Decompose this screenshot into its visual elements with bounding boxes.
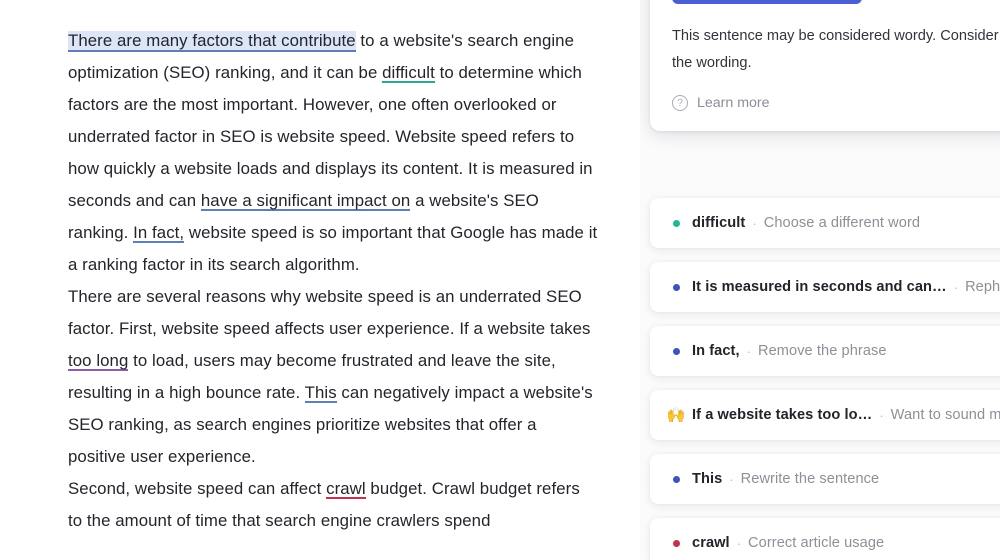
- suggestion-card[interactable]: It is measured in seconds and can… · Rephr…: [650, 262, 1000, 312]
- assistant-sidebar-pane: Many factors contribute This sentence ma…: [640, 0, 1000, 560]
- suggestion-severity-dot: [672, 283, 680, 291]
- suggestion-action-label: Choose a different word: [763, 215, 921, 231]
- suggestion-description: This sentence may be considered wordy. C…: [672, 28, 1000, 72]
- suggestion-list: difficult · Choose a different word It is m…: [650, 198, 1000, 560]
- app-root: There are many factors that contribute t…: [0, 0, 1000, 560]
- suggestion-separator: ·: [729, 471, 734, 487]
- green-dot-icon: [666, 219, 686, 227]
- suggestion-severity-dot: [672, 475, 680, 483]
- suggestion-separator: ·: [746, 343, 751, 359]
- annotation-have-a-significant-impact-on[interactable]: have a significant impact on: [201, 191, 410, 211]
- suggestion-target-text: difficult: [692, 215, 746, 231]
- annotation-difficult[interactable]: difficult: [382, 63, 435, 83]
- annotation-crawl[interactable]: crawl: [326, 479, 366, 499]
- document-text-run: to determine which factors are the most …: [68, 63, 593, 210]
- annotation-too-long[interactable]: too long: [68, 351, 128, 371]
- document-paragraph: Second, website speed can affect crawl b…: [68, 473, 598, 537]
- suggestion-card[interactable]: difficult · Choose a different word: [650, 198, 1000, 248]
- suggestion-severity-dot: [672, 219, 680, 227]
- suggestion-action-label: Rephrase the sentence: [965, 279, 1000, 295]
- suggestion-detail-card[interactable]: Many factors contribute This sentence ma…: [650, 0, 1000, 132]
- suggestion-severity-dot: [672, 539, 680, 547]
- learn-more-label: Learn more: [697, 95, 770, 112]
- suggestion-separator: ·: [736, 535, 742, 551]
- raising-hands-emoji-icon: 🙌: [666, 408, 686, 423]
- suggestion-severity-dot: [672, 347, 680, 355]
- annotation-in-fact[interactable]: In fact,: [133, 223, 184, 243]
- document-editor-pane[interactable]: There are many factors that contribute t…: [0, 0, 640, 560]
- suggestion-separator: ·: [953, 279, 959, 295]
- learn-more-link[interactable]: ? Learn more: [672, 95, 1000, 112]
- suggestion-card[interactable]: crawl · Correct article usage: [650, 518, 1000, 560]
- annotation-this[interactable]: This: [305, 383, 337, 403]
- raising-hands-emoji-glyph: 🙌: [666, 406, 686, 424]
- suggestion-action-label: Correct article usage: [748, 535, 885, 551]
- suggestion-separator: ·: [752, 215, 757, 231]
- question-mark-icon: ?: [672, 95, 688, 112]
- suggestion-card[interactable]: In fact, · Remove the phrase: [650, 326, 1000, 376]
- blue-dot-icon: [666, 475, 686, 483]
- suggestion-target-text: crawl: [692, 535, 730, 551]
- suggestion-action-label: Want to sound more confident?: [890, 407, 1000, 423]
- suggestion-action-label: Rewrite the sentence: [740, 471, 880, 487]
- document-text-run: There are several reasons why website sp…: [68, 287, 591, 338]
- suggestion-target-text: This: [692, 471, 723, 487]
- blue-dot-icon: [666, 283, 686, 291]
- suggestion-card[interactable]: This · Rewrite the sentence: [650, 454, 1000, 504]
- document-paragraph: There are several reasons why website sp…: [68, 281, 598, 473]
- suggestion-target-text: In fact,: [692, 343, 740, 359]
- red-dot-icon: [666, 539, 686, 547]
- suggestion-card[interactable]: 🙌 If a website takes too lo… · Want to soun…: [650, 390, 1000, 440]
- suggestion-target-text: If a website takes too lo…: [692, 407, 873, 423]
- document-text-body[interactable]: There are many factors that contribute t…: [68, 25, 598, 537]
- suggestion-category-chip[interactable]: Many factors contribute: [672, 0, 862, 5]
- suggestion-separator: ·: [879, 407, 884, 423]
- document-paragraph: There are many factors that contribute t…: [68, 25, 598, 281]
- blue-dot-icon: [666, 347, 686, 355]
- document-text-run: Second, website speed can affect: [68, 479, 327, 498]
- suggestion-target-text: It is measured in seconds and can…: [692, 279, 947, 295]
- annotation-many-factors-contribute[interactable]: There are many factors that contribute: [68, 31, 356, 50]
- suggestion-action-label: Remove the phrase: [757, 343, 887, 359]
